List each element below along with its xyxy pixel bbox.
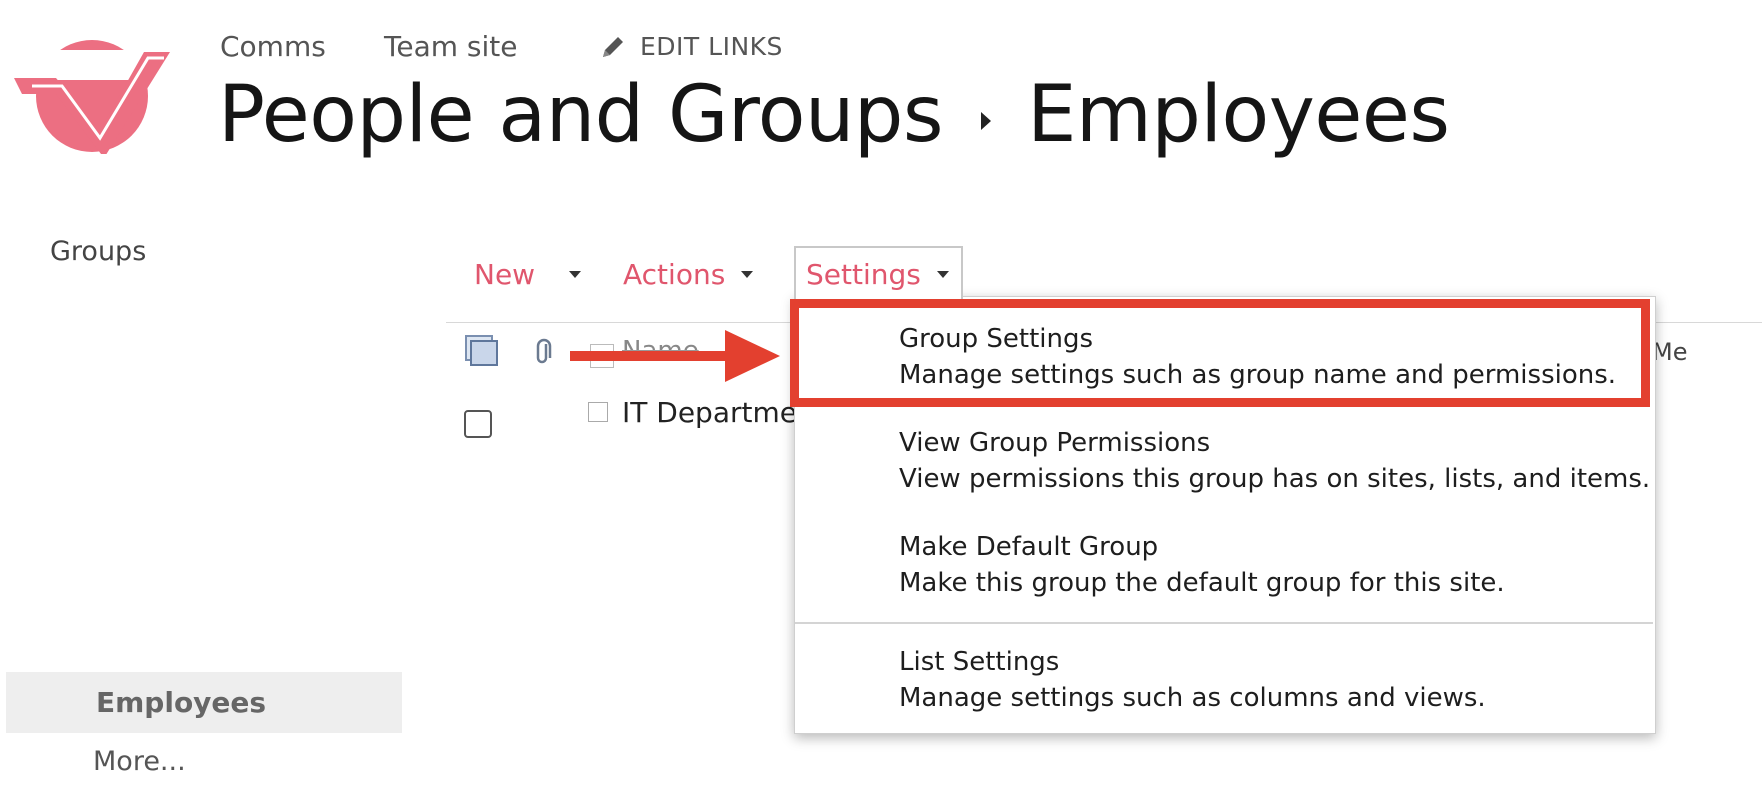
settings-menu-button[interactable]: Settings — [794, 246, 963, 300]
chevron-down-icon — [569, 270, 582, 278]
page-title: People and Groups Employees — [218, 70, 1450, 160]
site-logo[interactable] — [12, 34, 172, 154]
menu-item-description: Manage settings such as columns and view… — [899, 683, 1486, 713]
breadcrumb-people-and-groups[interactable]: People and Groups — [218, 70, 944, 160]
row-checkbox[interactable] — [464, 410, 492, 438]
actions-label: Actions — [623, 257, 726, 291]
row-select-box[interactable] — [588, 402, 608, 422]
menu-item-description: View permissions this group has on sites… — [899, 464, 1651, 494]
actions-menu-button[interactable]: Actions — [623, 252, 754, 296]
edit-links-button[interactable]: EDIT LINKS — [600, 32, 783, 61]
new-label: New — [474, 257, 536, 291]
callout-arrow — [570, 330, 780, 382]
nav-item-employees[interactable]: Employees — [6, 672, 402, 733]
nav-more-link[interactable]: More... — [93, 746, 186, 777]
edit-links-label: EDIT LINKS — [640, 32, 783, 61]
menu-item-title: Make Default Group — [899, 532, 1159, 562]
menu-item-description: Make this group the default group for th… — [899, 568, 1505, 598]
breadcrumb-arrow-icon — [979, 110, 993, 132]
list-view-icon[interactable] — [464, 334, 500, 368]
settings-label: Settings — [806, 257, 921, 291]
nav-heading-groups[interactable]: Groups — [50, 236, 146, 267]
menu-item-title: View Group Permissions — [899, 428, 1211, 458]
column-header-me[interactable]: Me — [1652, 338, 1687, 366]
attachment-icon — [536, 338, 552, 364]
top-link-comms[interactable]: Comms — [220, 30, 326, 63]
new-menu-button[interactable]: New — [474, 252, 582, 296]
chevron-down-icon — [741, 270, 754, 278]
breadcrumb-employees: Employees — [1027, 70, 1450, 160]
menu-divider — [795, 622, 1653, 624]
list-item-name[interactable]: IT Departmen — [622, 396, 815, 429]
menu-item-view-group-permissions[interactable]: View Group Permissions View permissions … — [899, 425, 1650, 497]
callout-highlight-box — [790, 299, 1650, 407]
top-link-team-site[interactable]: Team site — [384, 30, 517, 63]
menu-item-make-default-group[interactable]: Make Default Group Make this group the d… — [899, 529, 1505, 601]
pencil-icon — [603, 36, 623, 57]
chevron-down-icon — [936, 270, 949, 278]
menu-item-list-settings[interactable]: List Settings Manage settings such as co… — [899, 644, 1486, 716]
menu-item-title: List Settings — [899, 647, 1060, 677]
